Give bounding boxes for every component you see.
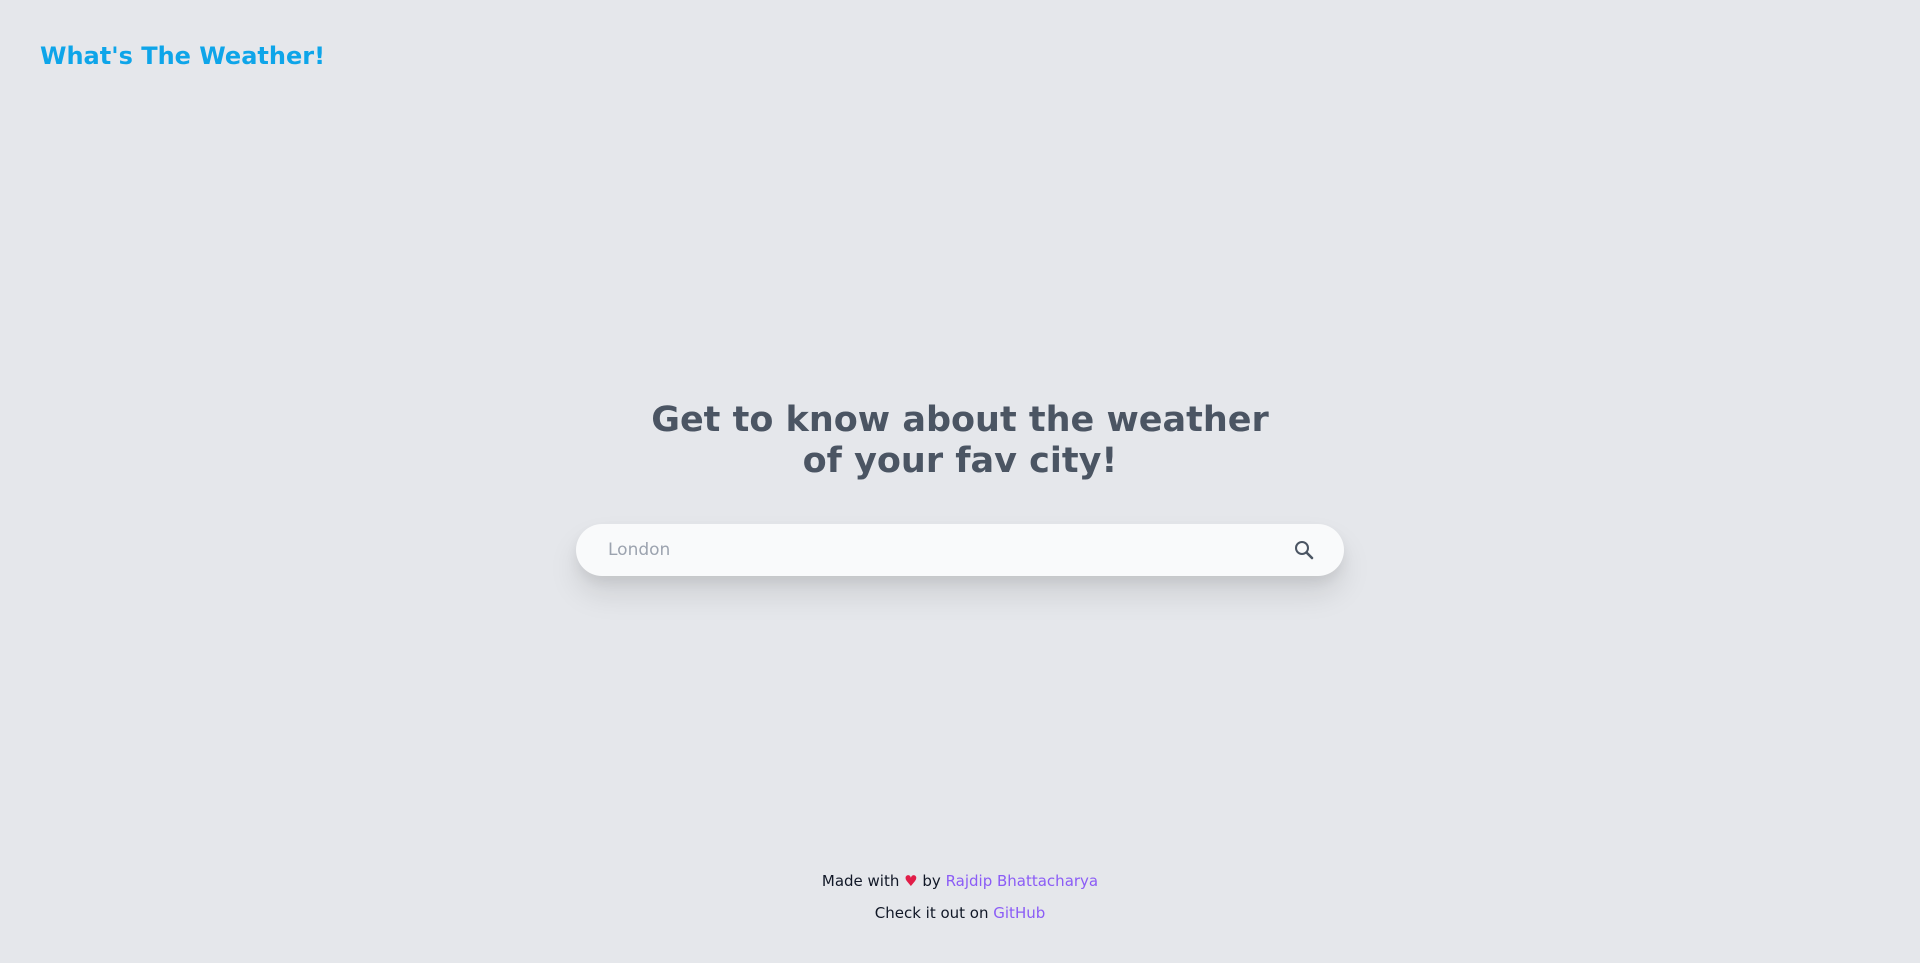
hero-section: Get to know about the weather of your fa… — [0, 400, 1920, 482]
page-title: Get to know about the weather of your fa… — [651, 400, 1269, 481]
github-link[interactable]: GitHub — [993, 904, 1045, 922]
search-bar — [576, 524, 1344, 576]
heart-icon: ♥ — [904, 872, 918, 890]
footer-made-with-text: Made with — [821, 872, 900, 890]
footer-by-text: by — [922, 872, 941, 890]
footer-credit-line: Made with ♥ by Rajdip Bhattacharya — [0, 865, 1920, 897]
page: What's The Weather! Get to know about th… — [0, 0, 1920, 963]
search-input[interactable] — [608, 524, 1248, 576]
search-button[interactable] — [1292, 538, 1316, 562]
footer-github-line: Check it out on GitHub — [0, 897, 1920, 929]
footer-check-text: Check it out on — [874, 904, 989, 922]
footer: Made with ♥ by Rajdip Bhattacharya Check… — [0, 865, 1920, 929]
author-link[interactable]: Rajdip Bhattacharya — [946, 872, 1099, 890]
brand-logo[interactable]: What's The Weather! — [40, 40, 325, 72]
search-icon — [1295, 541, 1314, 560]
